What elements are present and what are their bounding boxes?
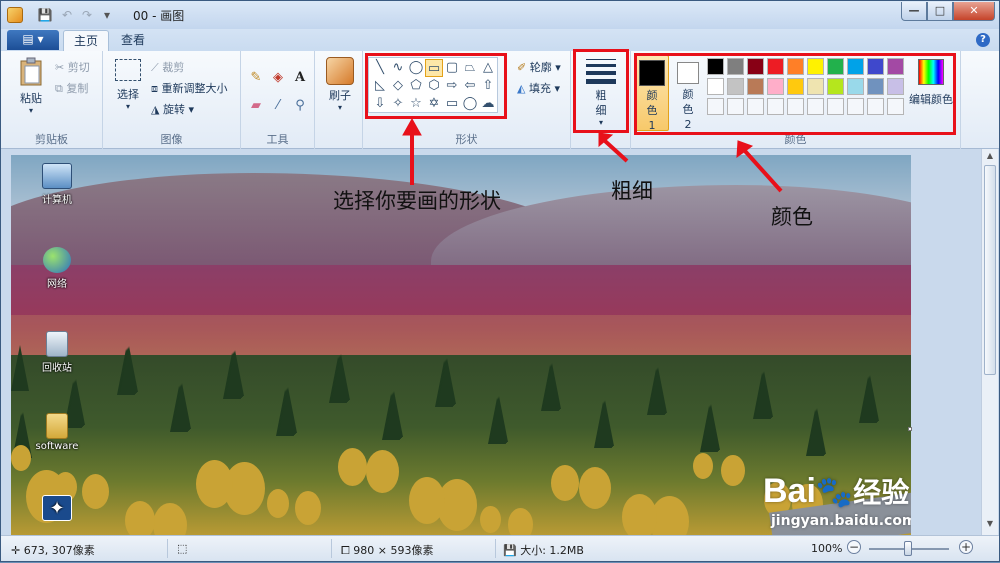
arrow-shapes-head [402, 117, 422, 136]
selection-size-icon: ⬚ [177, 542, 188, 555]
status-divider [331, 539, 332, 558]
zoom-in-button[interactable]: + [959, 540, 973, 554]
crosshair-icon: ✛ [11, 544, 24, 557]
arrow-colors [743, 149, 783, 193]
status-divider [167, 539, 168, 558]
cursor-position: ✛ 673, 307像素 [11, 542, 95, 558]
status-bar: ✛ 673, 307像素 ⬚ ⧠ 980 × 593像素 💾 大小: 1.2MB… [1, 535, 999, 561]
image-size: ⧠ 980 × 593像素 [341, 542, 434, 558]
image-size-text: 980 × 593像素 [353, 544, 434, 557]
annotation-arrows [402, 117, 783, 193]
paint-window: 💾 ↶ ↷ ▾ 00 - 画图 — □ ✕ ▤ ▾ 主页 查看 ? 粘贴 ▾ ✂… [0, 0, 1000, 562]
arrow-size [603, 139, 629, 163]
file-size-text: 大小: 1.2MB [520, 544, 584, 557]
zoom-slider-thumb[interactable] [904, 541, 912, 556]
zoom-out-button[interactable]: − [847, 540, 861, 554]
file-size: 💾 大小: 1.2MB [503, 542, 584, 558]
disk-icon: 💾 [503, 544, 521, 557]
cursor-position-text: 673, 307像素 [23, 544, 95, 557]
status-divider [495, 539, 496, 558]
zoom-level: 100% [811, 542, 843, 555]
image-size-icon: ⧠ [341, 544, 354, 557]
